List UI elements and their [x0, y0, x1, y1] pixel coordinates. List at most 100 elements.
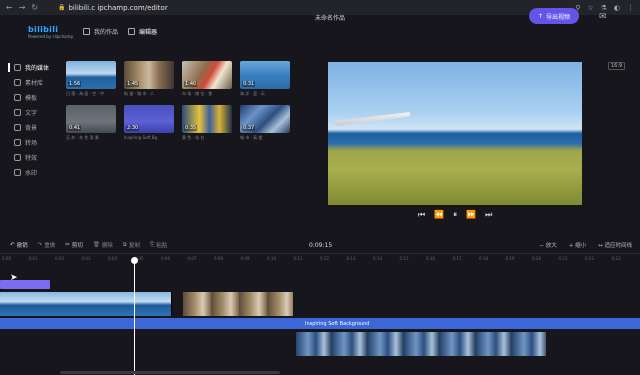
redo-icon: ↷: [37, 242, 43, 248]
audio-clip-labeled[interactable]: Inspiring Soft Background: [295, 318, 640, 329]
thumbnail: 1:56: [66, 61, 116, 89]
sidebar-label: 我的媒体: [25, 65, 50, 72]
media-tile[interactable]: 2:30 Inspiring Soft Bg: [124, 105, 174, 140]
redo-button[interactable]: ↷ 重做: [38, 241, 56, 249]
effect-icon: [14, 154, 21, 161]
skip-forward-icon[interactable]: ⏭: [485, 210, 492, 220]
sidebar-label: 模板: [25, 95, 38, 102]
media-tile[interactable]: 0:35 黄 色 · 站 台: [182, 105, 232, 141]
thumbnail: 0:37: [240, 105, 290, 133]
export-button[interactable]: ↑ 导出视频: [529, 8, 579, 24]
timeline-ruler[interactable]: 0:00 0:01 0:02 0:03 0:04 0:05 0:06 0:07 0:08 0:09…: [0, 253, 640, 263]
text-icon: [14, 109, 21, 116]
sidebar-item-transition[interactable]: 转场: [8, 135, 50, 150]
paste-button[interactable]: ⎘ 粘贴: [149, 241, 167, 250]
duration-badge: 2:30: [126, 125, 140, 131]
tile-caption: 城 市 · 高 楼: [240, 135, 263, 140]
ruler-tick: 0:08: [214, 256, 223, 261]
extension-icon[interactable]: ⚗: [601, 4, 607, 12]
transition-icon: [14, 139, 21, 146]
cut-button[interactable]: ✂ 剪切: [65, 241, 83, 249]
zoom-out-button[interactable]: + 缩小: [569, 241, 586, 249]
media-tile[interactable]: 1:45 街 道 · 城 市 · 人: [124, 61, 174, 97]
sidebar-item-library[interactable]: 素材库: [8, 75, 50, 90]
active-indicator: [8, 63, 10, 72]
media-icon: [14, 64, 21, 71]
tile-caption: 海 洋 · 蓝 · 天: [240, 91, 265, 96]
my-works-link[interactable]: 我的作品: [83, 27, 118, 36]
video-clip[interactable]: [0, 292, 172, 316]
media-tile[interactable]: 0:31 海 洋 · 蓝 · 天: [240, 61, 290, 97]
notification-icon[interactable]: ✉: [599, 12, 607, 22]
editor-label: 编辑器: [139, 29, 158, 36]
sidebar-item-text[interactable]: 文字: [8, 105, 50, 120]
playhead-handle[interactable]: [131, 257, 138, 264]
ruler-tick: 0:18: [479, 256, 488, 261]
ruler-tick: 0:23: [611, 256, 621, 261]
address-bar[interactable]: bilibili.c ipchamp.com/editor: [68, 4, 167, 12]
text-clip[interactable]: [0, 280, 50, 289]
timeline-scrollbar[interactable]: [60, 371, 280, 374]
browser-nav: ← → ↻: [6, 3, 54, 12]
ruler-tick: 0:11: [293, 256, 303, 261]
library-icon: [14, 79, 21, 86]
tile-caption: 街 道 · 城 市 · 人: [124, 91, 155, 96]
tile-caption: Inspiring Soft Bg: [124, 135, 157, 140]
fit-button[interactable]: ↔ 适应时间线: [598, 241, 632, 249]
aspect-ratio-button[interactable]: 16:9: [608, 62, 626, 70]
ruler-tick: 0:01: [28, 256, 38, 261]
thumbnail: 0:31: [240, 61, 290, 89]
lock-icon: 🔒: [58, 4, 66, 11]
forward-icon[interactable]: →: [19, 3, 26, 12]
media-tile[interactable]: 0:41 石 灰 · 灰 色 背 景: [66, 105, 116, 141]
sidebar-item-effect[interactable]: 特效: [8, 150, 50, 165]
video-clip[interactable]: [296, 332, 546, 356]
media-tile[interactable]: 1:40 市 场 · 摊 位 · 食: [182, 61, 232, 97]
undo-icon: ↶: [10, 242, 15, 248]
thumbnail: 1:40: [182, 61, 232, 89]
star-icon[interactable]: ☆: [587, 4, 593, 12]
page-icon: [83, 28, 90, 35]
thumbnail: 2:30: [124, 105, 174, 133]
audio-clip[interactable]: [0, 318, 295, 329]
undo-button[interactable]: ↶ 撤销: [10, 241, 28, 249]
upload-icon: ↑: [537, 12, 543, 20]
sidebar-label: 背景: [25, 125, 38, 132]
duration-badge: 1:45: [126, 81, 140, 87]
editor-link[interactable]: 编辑器: [128, 27, 157, 36]
timeline-toolbar: ↶ 撤销 ↷ 重做 ✂ 剪切 🗑 删除 ⧉ 复制 ⎘ 粘贴 0:09:15 − 放大 + 缩…: [0, 237, 640, 253]
media-tile[interactable]: 1:56 日 落 · 海 面 · 空 · 中: [66, 61, 116, 97]
sidebar-item-watermark[interactable]: 水印: [8, 165, 50, 180]
export-label: 导出视频: [546, 13, 571, 21]
video-clip[interactable]: [183, 292, 293, 316]
copy-button[interactable]: ⧉ 复制: [123, 241, 140, 250]
sidebar-item-background[interactable]: 背景: [8, 120, 50, 135]
tile-caption: 黄 色 · 站 台: [182, 135, 205, 140]
menu-icon[interactable]: ⋮: [627, 4, 634, 12]
sidebar-item-template[interactable]: 模板: [8, 90, 50, 105]
duration-badge: 0:35: [184, 125, 198, 131]
sidebar-label: 文字: [25, 110, 38, 117]
forward-icon[interactable]: ⏩: [466, 210, 476, 220]
delete-button[interactable]: 🗑 删除: [93, 241, 113, 249]
back-icon[interactable]: ←: [6, 3, 13, 12]
skip-back-icon[interactable]: ⏮: [418, 210, 425, 220]
ruler-tick: 0:03: [81, 256, 91, 261]
pause-icon[interactable]: ⏸: [453, 210, 457, 220]
sidebar-label: 素材库: [25, 80, 44, 87]
sidebar-item-media[interactable]: 我的媒体: [8, 60, 50, 75]
video-preview[interactable]: [328, 62, 582, 205]
rewind-icon[interactable]: ⏪: [434, 210, 444, 220]
timecode: 0:09:15: [309, 241, 333, 249]
zoom-in-button[interactable]: − 放大: [539, 241, 556, 249]
playhead[interactable]: [134, 259, 135, 375]
profile-icon[interactable]: ◐: [614, 4, 620, 12]
media-tile[interactable]: 0:37 城 市 · 高 楼: [240, 105, 290, 141]
playback-controls: ⏮ ⏪ ⏸ ⏩ ⏭: [418, 210, 492, 220]
brand[interactable]: bilibili Powered by clipchamp: [28, 25, 80, 39]
reload-icon[interactable]: ↻: [31, 3, 38, 12]
project-title[interactable]: 未命名作品: [300, 13, 360, 22]
tile-caption: 日 落 · 海 面 · 空 · 中: [66, 91, 104, 96]
ruler-tick: 0:20: [532, 256, 541, 261]
paste-icon: ⎘: [149, 241, 155, 248]
